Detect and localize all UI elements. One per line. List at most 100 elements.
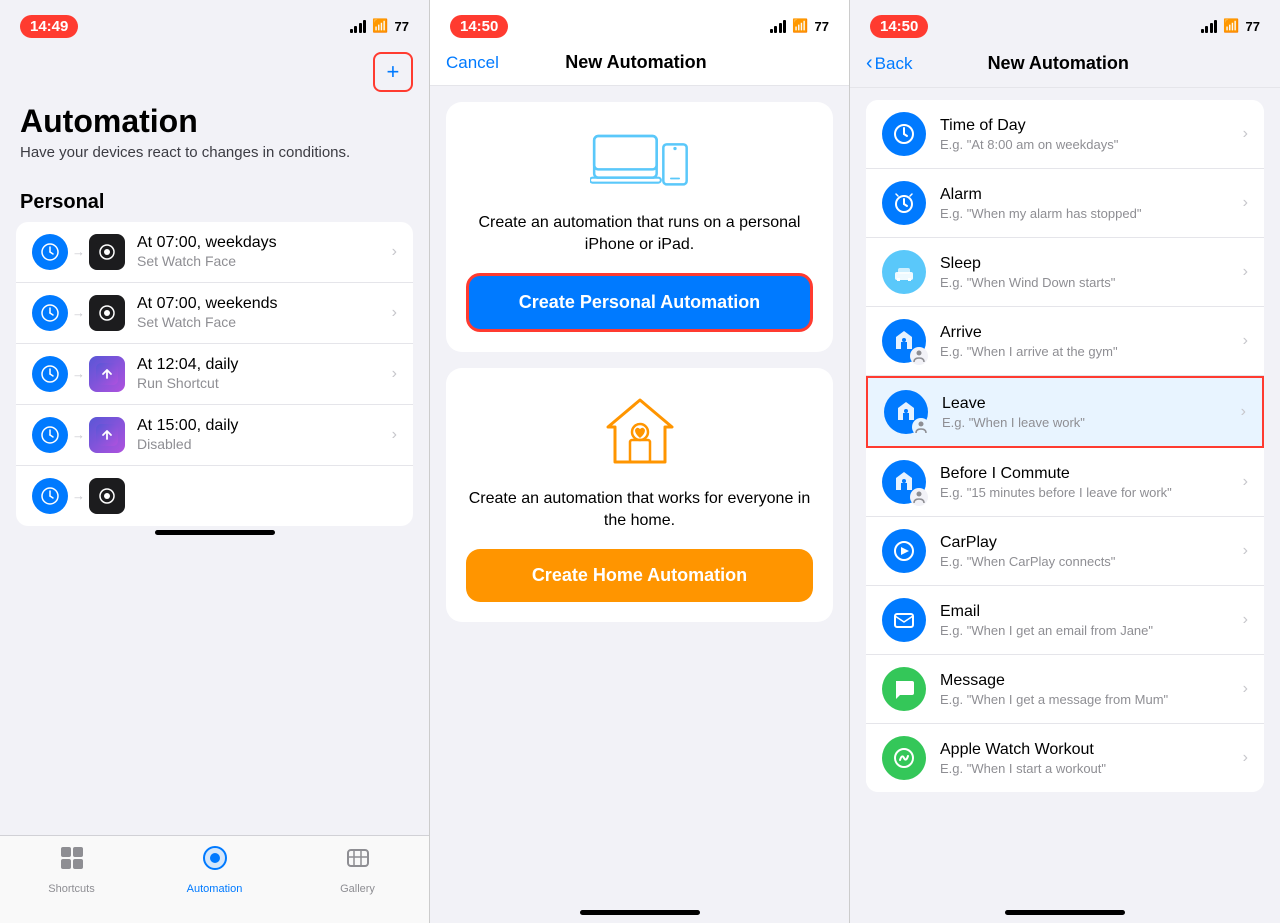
- arrive-person-icon: [910, 347, 928, 365]
- section-label-personal: Personal: [0, 179, 429, 222]
- automation-item-4[interactable]: → At 15:00, daily Disabled ›: [16, 405, 413, 466]
- personal-description: Create an automation that runs on a pers…: [466, 212, 813, 257]
- home-description: Create an automation that works for ever…: [466, 488, 813, 533]
- battery-icon-3: 77: [1246, 19, 1260, 34]
- gallery-tab-label: Gallery: [340, 883, 375, 895]
- type-info-alarm: Alarm E.g. "When my alarm has stopped": [940, 186, 1243, 221]
- app-icon-4: [89, 417, 125, 453]
- type-title-arrive: Arrive: [940, 324, 1243, 342]
- type-item-arrive[interactable]: Arrive E.g. "When I arrive at the gym" ›: [866, 307, 1264, 376]
- arrive-icon-wrapper: [882, 319, 926, 363]
- carplay-icon: [882, 529, 926, 573]
- personal-automation-card: Create an automation that runs on a pers…: [446, 102, 833, 352]
- type-subtitle-email: E.g. "When I get an email from Jane": [940, 623, 1243, 638]
- type-title-commute: Before I Commute: [940, 465, 1243, 483]
- status-time-1: 14:49: [20, 15, 78, 38]
- status-bar-1: 14:49 📶 77: [0, 0, 429, 48]
- tab-bar-1: Shortcuts Automation Galler: [0, 835, 429, 923]
- automation-icons-2: →: [32, 295, 125, 331]
- type-info-apple-watch-workout: Apple Watch Workout E.g. "When I start a…: [940, 741, 1243, 776]
- panel-new-automation: 14:50 📶 77 Cancel New Automation: [430, 0, 850, 923]
- automation-info-2: At 07:00, weekends Set Watch Face: [137, 295, 392, 330]
- automation-subtitle-1: Set Watch Face: [137, 253, 392, 269]
- type-subtitle-message: E.g. "When I get a message from Mum": [940, 692, 1243, 707]
- type-info-carplay: CarPlay E.g. "When CarPlay connects": [940, 534, 1243, 569]
- tab-gallery[interactable]: Gallery: [286, 844, 429, 895]
- automation-icons-4: →: [32, 417, 125, 453]
- shortcuts-tab-label: Shortcuts: [48, 883, 94, 895]
- type-chevron-sleep: ›: [1243, 263, 1248, 281]
- leave-icon-wrapper: [884, 390, 928, 434]
- type-subtitle-apple-watch-workout: E.g. "When I start a workout": [940, 761, 1243, 776]
- type-item-sleep[interactable]: Sleep E.g. "When Wind Down starts" ›: [866, 238, 1264, 307]
- type-chevron-commute: ›: [1243, 473, 1248, 491]
- type-chevron-time-of-day: ›: [1243, 125, 1248, 143]
- alarm-icon: [882, 181, 926, 225]
- type-info-commute: Before I Commute E.g. "15 minutes before…: [940, 465, 1243, 500]
- type-info-leave: Leave E.g. "When I leave work": [942, 395, 1241, 430]
- gallery-tab-icon: [344, 844, 372, 879]
- type-chevron-message: ›: [1243, 680, 1248, 698]
- clock-icon-4: [32, 417, 68, 453]
- automation-item-3[interactable]: → At 12:04, daily Run Shortcut ›: [16, 344, 413, 405]
- type-chevron-email: ›: [1243, 611, 1248, 629]
- type-title-time-of-day: Time of Day: [940, 117, 1243, 135]
- type-item-carplay[interactable]: CarPlay E.g. "When CarPlay connects" ›: [866, 517, 1264, 586]
- automation-title-1: At 07:00, weekdays: [137, 234, 392, 252]
- type-item-apple-watch-workout[interactable]: Apple Watch Workout E.g. "When I start a…: [866, 724, 1264, 792]
- home-automation-card: Create an automation that works for ever…: [446, 368, 833, 622]
- add-automation-button[interactable]: +: [373, 52, 413, 92]
- battery-icon-2: 77: [815, 19, 829, 34]
- home-devices-icon: [600, 392, 680, 472]
- sleep-icon: [882, 250, 926, 294]
- create-home-automation-button[interactable]: Create Home Automation: [466, 549, 813, 602]
- plus-icon: +: [387, 61, 400, 83]
- commute-person-icon: [910, 488, 928, 506]
- type-info-message: Message E.g. "When I get a message from …: [940, 672, 1243, 707]
- type-title-apple-watch-workout: Apple Watch Workout: [940, 741, 1243, 759]
- automation-item-1[interactable]: → At 07:00, weekdays Set Watch Face ›: [16, 222, 413, 283]
- back-button[interactable]: ‹ Back: [866, 52, 912, 75]
- type-title-sleep: Sleep: [940, 255, 1243, 273]
- automation-item-2[interactable]: → At 07:00, weekends Set Watch Face ›: [16, 283, 413, 344]
- tab-automation[interactable]: Automation: [143, 844, 286, 895]
- wifi-icon: 📶: [372, 18, 388, 34]
- cancel-button[interactable]: Cancel: [446, 53, 499, 73]
- status-icons-1: 📶 77: [350, 18, 409, 34]
- panel-automation-type: 14:50 📶 77 ‹ Back New Automation: [850, 0, 1280, 923]
- automation-icons-5: →: [32, 478, 125, 514]
- arrow-icon-1: →: [72, 244, 85, 259]
- type-item-message[interactable]: Message E.g. "When I get a message from …: [866, 655, 1264, 724]
- create-personal-automation-button[interactable]: Create Personal Automation: [466, 273, 813, 332]
- type-chevron-leave: ›: [1241, 403, 1246, 421]
- type-subtitle-leave: E.g. "When I leave work": [942, 415, 1241, 430]
- status-icons-3: 📶 77: [1201, 18, 1260, 34]
- automation-item-5[interactable]: →: [16, 466, 413, 526]
- nav-bar-2: Cancel New Automation: [430, 48, 849, 86]
- nav-title-2: New Automation: [565, 52, 706, 73]
- automation-title-3: At 12:04, daily: [137, 356, 392, 374]
- type-info-time-of-day: Time of Day E.g. "At 8:00 am on weekdays…: [940, 117, 1243, 152]
- status-bar-3: 14:50 📶 77: [850, 0, 1280, 48]
- automation-title-2: At 07:00, weekends: [137, 295, 392, 313]
- type-item-alarm[interactable]: Alarm E.g. "When my alarm has stopped" ›: [866, 169, 1264, 238]
- type-subtitle-carplay: E.g. "When CarPlay connects": [940, 554, 1243, 569]
- app-icon-3: [89, 356, 125, 392]
- tab-shortcuts[interactable]: Shortcuts: [0, 844, 143, 895]
- leave-person-icon: [912, 418, 930, 436]
- type-item-leave[interactable]: Leave E.g. "When I leave work" ›: [866, 376, 1264, 448]
- back-chevron-icon: ‹: [866, 52, 873, 75]
- personal-devices-icon: [590, 126, 690, 196]
- signal-icon: [350, 19, 367, 33]
- nav-bar-1: +: [0, 48, 429, 104]
- status-time-3: 14:50: [870, 15, 928, 38]
- app-icon-2: [89, 295, 125, 331]
- automation-icons-3: →: [32, 356, 125, 392]
- automation-list: → At 07:00, weekdays Set Watch Face ›: [16, 222, 413, 526]
- type-item-commute[interactable]: Before I Commute E.g. "15 minutes before…: [866, 448, 1264, 517]
- type-item-email[interactable]: Email E.g. "When I get an email from Jan…: [866, 586, 1264, 655]
- type-item-time-of-day[interactable]: Time of Day E.g. "At 8:00 am on weekdays…: [866, 100, 1264, 169]
- chevron-icon-4: ›: [392, 426, 397, 444]
- app-icon-5: [89, 478, 125, 514]
- page-title: Automation: [20, 104, 409, 139]
